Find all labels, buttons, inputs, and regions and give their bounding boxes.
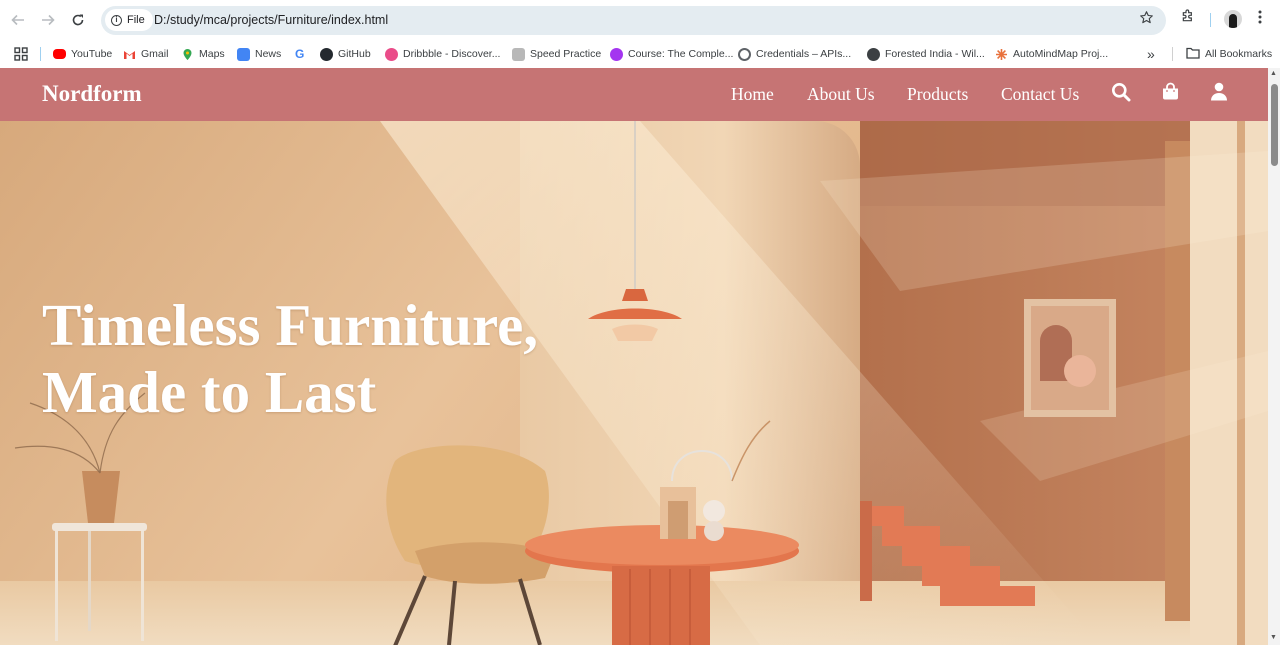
dribbble-icon — [385, 47, 398, 61]
bookmark-label: Credentials – APIs... — [756, 48, 852, 60]
credentials-icon — [738, 47, 751, 61]
automindmap-icon — [995, 48, 1008, 61]
kebab-menu-icon[interactable] — [1258, 10, 1262, 28]
info-icon: i — [111, 14, 122, 26]
url-chip-label: File — [127, 14, 145, 26]
toolbar-divider — [1210, 13, 1211, 27]
search-icon[interactable] — [1111, 82, 1133, 104]
hero-section: Timeless Furniture, Made to Last — [0, 121, 1268, 645]
github-icon — [320, 47, 333, 61]
bookmark-dribbble[interactable]: Dribbble - Discover... — [385, 44, 500, 64]
bookmarks-overflow-button[interactable]: » — [1147, 44, 1155, 64]
nav-about-us[interactable]: About Us — [807, 84, 875, 105]
globe-icon — [867, 47, 880, 61]
news-icon — [237, 47, 250, 61]
folder-icon — [1186, 47, 1200, 62]
speed-practice-icon — [512, 47, 525, 61]
bookmark-label: Gmail — [141, 48, 169, 60]
back-arrow-icon[interactable] — [4, 6, 32, 34]
apps-grid-icon[interactable] — [14, 44, 28, 64]
course-icon — [610, 47, 623, 61]
url-text[interactable]: D:/study/mca/projects/Furniture/index.ht… — [154, 13, 388, 27]
bookmark-youtube[interactable]: YouTube — [53, 44, 112, 64]
bookmarks-divider — [1172, 47, 1173, 61]
shopping-bag-icon[interactable] — [1161, 82, 1183, 104]
brand-logo[interactable]: Nordform — [42, 81, 142, 107]
reload-icon[interactable] — [64, 6, 92, 34]
nav-contact-us[interactable]: Contact Us — [1001, 84, 1079, 105]
all-bookmarks-label: All Bookmarks — [1205, 48, 1273, 60]
bookmark-label: GitHub — [338, 48, 371, 60]
nav-products[interactable]: Products — [907, 84, 968, 105]
nav-home[interactable]: Home — [731, 84, 774, 105]
bookmark-automindmap[interactable]: AutoMindMap Proj... — [995, 44, 1108, 64]
bookmark-label: Maps — [199, 48, 225, 60]
bookmark-label: AutoMindMap Proj... — [1013, 48, 1109, 60]
browser-toolbar: i File D:/study/mca/projects/Furniture/i… — [0, 0, 1280, 40]
bookmark-label: News — [255, 48, 282, 60]
address-bar[interactable]: i File D:/study/mca/projects/Furniture/i… — [101, 6, 1166, 35]
bookmark-forested-india[interactable]: Forested India - Wil... — [867, 44, 985, 64]
scroll-down-icon[interactable]: ▼ — [1270, 634, 1277, 641]
all-bookmarks-button[interactable]: All Bookmarks — [1186, 44, 1272, 64]
google-icon: G — [295, 47, 305, 61]
bookmark-label: Course: The Comple... — [628, 48, 734, 60]
bookmark-gmail[interactable]: Gmail — [123, 44, 168, 64]
bookmark-label: Dribbble - Discover... — [403, 48, 501, 60]
page-viewport: Nordform Home About Us Products Contact … — [0, 68, 1268, 645]
youtube-icon — [53, 49, 66, 59]
site-info-chip[interactable]: i File — [105, 9, 153, 31]
profile-avatar[interactable] — [1224, 10, 1242, 28]
bookmark-speed-practice[interactable]: Speed Practice — [512, 44, 601, 64]
bookmark-maps[interactable]: Maps — [181, 44, 225, 64]
user-icon[interactable] — [1210, 82, 1232, 104]
forward-arrow-icon[interactable] — [34, 6, 62, 34]
bookmark-github[interactable]: GitHub — [320, 44, 371, 64]
bookmarks-divider — [40, 47, 41, 61]
maps-icon — [181, 48, 194, 61]
bookmark-news[interactable]: News — [237, 44, 281, 64]
bookmark-label: Speed Practice — [530, 48, 602, 60]
scroll-thumb[interactable] — [1271, 84, 1278, 166]
page-scrollbar[interactable]: ▲ ▼ — [1268, 68, 1280, 645]
bookmark-label: YouTube — [71, 48, 113, 60]
bookmark-google[interactable]: G — [295, 44, 304, 64]
bookmark-course[interactable]: Course: The Comple... — [610, 44, 733, 64]
bookmark-label: Forested India - Wil... — [885, 48, 985, 60]
site-navbar: Nordform Home About Us Products Contact … — [0, 68, 1268, 121]
bookmark-credentials[interactable]: Credentials – APIs... — [738, 44, 851, 64]
scroll-up-icon[interactable]: ▲ — [1270, 70, 1277, 77]
hero-title: Timeless Furniture, Made to Last — [42, 292, 539, 425]
extensions-icon[interactable] — [1180, 8, 1196, 28]
gmail-icon — [123, 48, 136, 61]
bookmarks-bar: YouTube Gmail Maps News G GitHub Dribbbl… — [0, 40, 1280, 68]
star-icon[interactable] — [1139, 10, 1154, 30]
